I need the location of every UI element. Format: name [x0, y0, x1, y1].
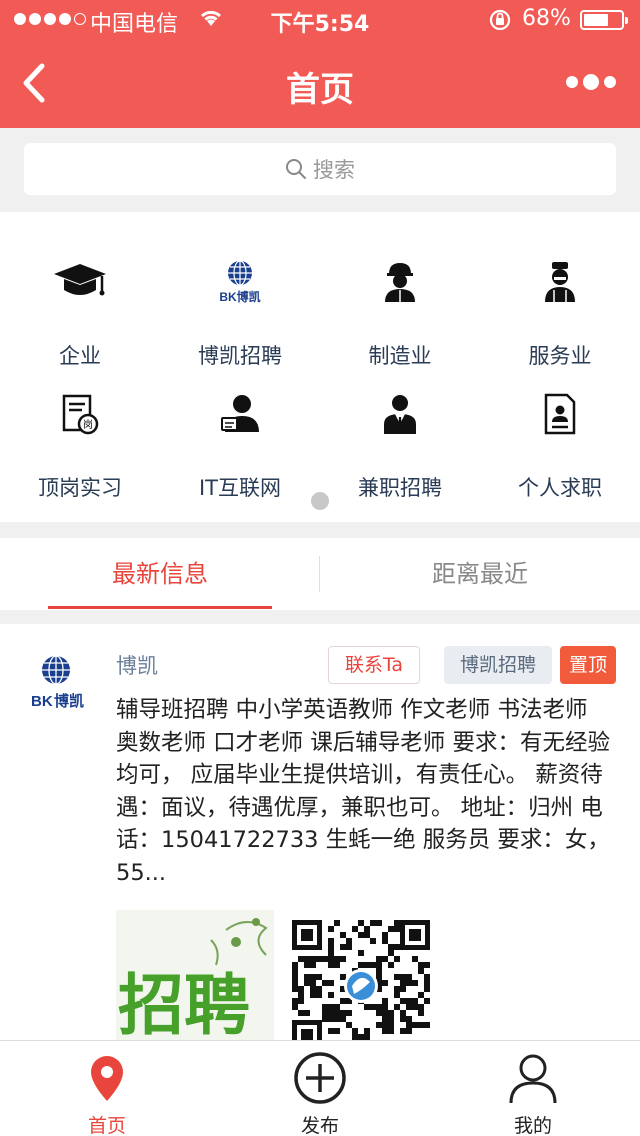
- category-grid: 企业 BK博凯 博凯招聘 制造业 服务业 岗 顶岗实习 IT互联网 兼职招聘 个…: [0, 212, 640, 522]
- search-icon: [286, 159, 306, 179]
- pinned-badge: 置顶: [560, 646, 616, 684]
- tab-home-label: 首页: [87, 1115, 126, 1136]
- category-enterprise[interactable]: 企业: [0, 232, 160, 368]
- avatar[interactable]: BK 博凯: [24, 650, 88, 714]
- tab-bar: 最新信息 距离最近: [0, 538, 640, 610]
- more-button[interactable]: [566, 74, 616, 90]
- category-parttime[interactable]: 兼职招聘: [320, 364, 480, 500]
- tab-nearest[interactable]: 距离最近: [320, 538, 640, 610]
- resume-icon: [530, 384, 590, 444]
- more-dots-icon: [566, 76, 578, 88]
- tab-mine[interactable]: 我的: [426, 1041, 640, 1136]
- search-area: 搜索: [0, 128, 640, 212]
- svg-text:BK博凯: BK博凯: [219, 289, 260, 304]
- svg-text:招聘: 招聘: [118, 967, 250, 1044]
- category-jobseek[interactable]: 个人求职: [480, 364, 640, 500]
- page-title: 首页: [286, 70, 354, 110]
- contact-button[interactable]: 联系Ta: [328, 646, 420, 684]
- tab-publish[interactable]: 发布: [213, 1041, 427, 1136]
- plus-circle-icon: [294, 1052, 346, 1104]
- battery-percentage: 68%: [522, 6, 571, 31]
- svg-text:BK: BK: [31, 693, 53, 710]
- suit-person-icon: [370, 384, 430, 444]
- bottom-tab-bar: 首页 发布 我的: [0, 1040, 640, 1136]
- internship-doc-icon: 岗: [50, 384, 110, 444]
- category-bokai[interactable]: BK博凯 博凯招聘: [160, 232, 320, 368]
- tab-latest[interactable]: 最新信息: [0, 538, 320, 610]
- post-card[interactable]: BK 博凯 博凯 联系Ta 博凯招聘 置顶 辅导班招聘 中小学英语教师 作文老师…: [0, 624, 640, 1044]
- svg-text:岗: 岗: [83, 419, 93, 431]
- worker-icon: [370, 252, 430, 312]
- category-label: IT互联网: [198, 476, 282, 500]
- battery-icon: [580, 10, 628, 30]
- bokai-logo-icon: BK 博凯: [31, 655, 84, 710]
- category-label: 兼职招聘: [358, 476, 442, 500]
- it-person-icon: [210, 384, 270, 444]
- status-bar: 中国电信 下午5:54 68%: [0, 0, 640, 40]
- category-it[interactable]: IT互联网: [160, 364, 320, 500]
- svg-text:博凯: 博凯: [54, 692, 84, 710]
- tab-mine-label: 我的: [513, 1115, 552, 1136]
- search-input[interactable]: 搜索: [24, 143, 616, 195]
- category-label: 顶岗实习: [38, 476, 122, 500]
- post-image-qrcode[interactable]: [292, 920, 430, 1044]
- bokai-logo-icon: BK博凯: [210, 252, 270, 312]
- nurse-icon: [530, 252, 590, 312]
- post-image-recruit[interactable]: 招聘: [116, 910, 274, 1044]
- page-indicator-dot: [311, 492, 329, 510]
- top-bar: 中国电信 下午5:54 68% 首页: [0, 0, 640, 128]
- location-pin-icon: [91, 1056, 123, 1101]
- category-manufacturing[interactable]: 制造业: [320, 232, 480, 368]
- category-service[interactable]: 服务业: [480, 232, 640, 368]
- tab-home[interactable]: 首页: [0, 1041, 214, 1136]
- nav-bar: 首页: [0, 40, 640, 128]
- search-placeholder: 搜索: [313, 158, 355, 182]
- graduation-cap-icon: [50, 252, 110, 312]
- rotation-lock-icon: [488, 8, 512, 38]
- tab-publish-label: 发布: [300, 1115, 339, 1136]
- user-icon: [509, 1054, 557, 1104]
- category-label: 个人求职: [518, 476, 602, 500]
- active-tab-underline: [48, 606, 272, 609]
- category-tag[interactable]: 博凯招聘: [444, 646, 552, 684]
- post-author[interactable]: 博凯: [116, 650, 158, 680]
- category-internship[interactable]: 岗 顶岗实习: [0, 364, 160, 500]
- post-body[interactable]: 辅导班招聘 中小学英语教师 作文老师 书法老师 奥数老师 口才老师 课后辅导老师…: [116, 694, 616, 889]
